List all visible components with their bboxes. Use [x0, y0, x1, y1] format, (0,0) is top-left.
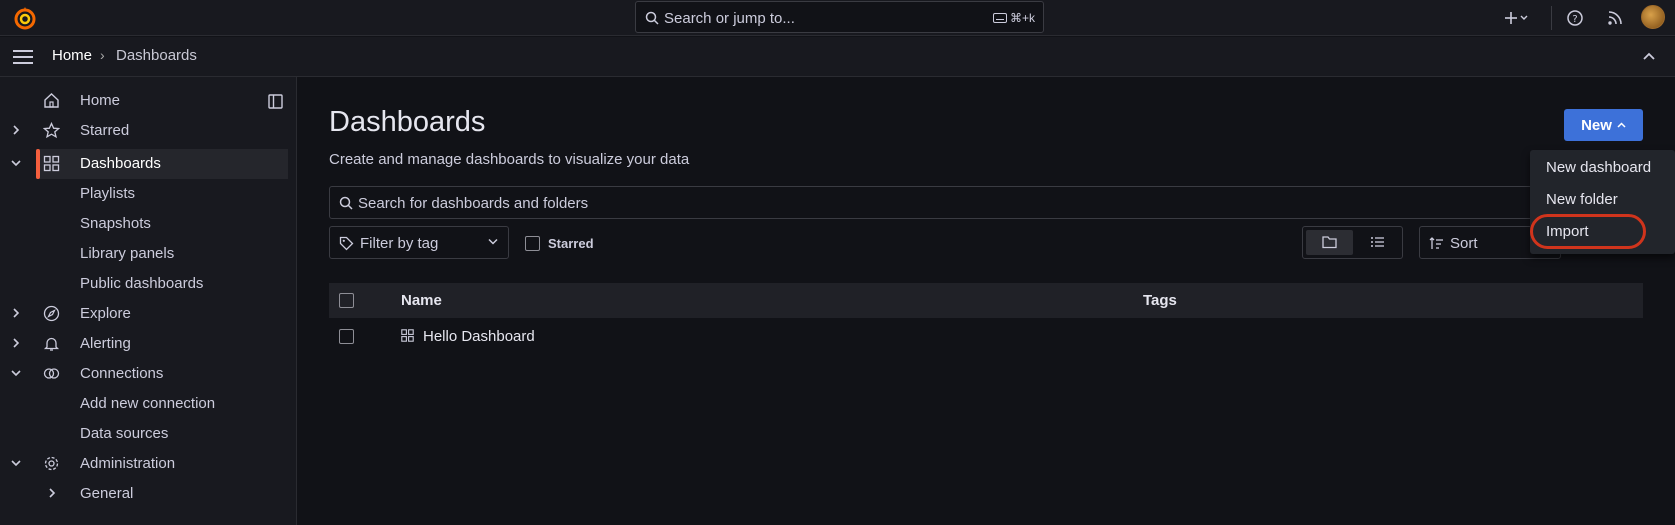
sidebar-item-home[interactable]: Home	[0, 86, 297, 116]
chevron-down-icon	[488, 238, 498, 245]
breadcrumb-separator: ›	[100, 47, 105, 63]
sidebar-item-administration[interactable]: Administration	[0, 449, 297, 479]
dashboard-row-link[interactable]: Hello Dashboard	[423, 328, 535, 345]
search-icon	[645, 11, 659, 25]
chevron-right-icon[interactable]	[10, 124, 22, 136]
filter-tag-placeholder: Filter by tag	[360, 235, 439, 252]
global-search-input[interactable]: Search or jump to... ⌘+k	[635, 1, 1044, 33]
breadcrumb-home[interactable]: Home	[52, 47, 92, 64]
top-bar: Search or jump to... ⌘+k ?	[0, 0, 1675, 36]
sort-placeholder: Sort	[1450, 235, 1478, 252]
dashboard-search-input[interactable]: Search for dashboards and folders	[329, 186, 1561, 219]
folder-icon	[1322, 236, 1337, 249]
menu-icon[interactable]	[13, 49, 33, 65]
sidebar-item-label: Alerting	[80, 335, 131, 352]
chevron-up-icon	[1617, 122, 1626, 128]
menu-item-new-folder[interactable]: New folder	[1546, 191, 1618, 208]
select-all-checkbox[interactable]	[339, 293, 354, 308]
sidebar-item-starred[interactable]: Starred	[0, 116, 297, 146]
sidebar-item-general[interactable]: General	[0, 479, 297, 509]
sidebar-item-alerting[interactable]: Alerting	[0, 329, 297, 359]
sidebar-item-label: Snapshots	[80, 215, 151, 232]
sidebar-item-label: Connections	[80, 365, 164, 382]
search-shortcut: ⌘+k	[992, 11, 1035, 25]
row-checkbox[interactable]	[339, 329, 354, 344]
menu-item-new-dashboard[interactable]: New dashboard	[1546, 159, 1651, 176]
column-header-name[interactable]: Name	[401, 292, 442, 309]
link-icon	[43, 365, 60, 382]
svg-text:?: ?	[1572, 14, 1577, 25]
bell-icon	[43, 335, 60, 352]
sidebar-item-label: Public dashboards	[80, 275, 204, 292]
sidebar-item-label: Data sources	[80, 425, 169, 442]
sidebar-item-label: Playlists	[80, 185, 136, 202]
chevron-down-icon[interactable]	[10, 457, 22, 469]
starred-label: Starred	[548, 236, 594, 251]
sidebar-item-label: Dashboards	[80, 155, 161, 172]
page-subtitle: Create and manage dashboards to visualiz…	[329, 151, 690, 168]
sidebar: Home Starred Dashboards Playlists Snapsh…	[0, 77, 297, 525]
home-icon	[43, 92, 60, 109]
dock-menu-icon[interactable]	[268, 94, 283, 109]
sidebar-item-label: Explore	[80, 305, 131, 322]
keyboard-icon	[992, 13, 1007, 23]
list-view-button[interactable]	[1354, 230, 1401, 255]
folder-view-button[interactable]	[1306, 230, 1353, 255]
new-button[interactable]: New	[1564, 109, 1643, 141]
filter-by-tag-select[interactable]: Filter by tag	[329, 226, 509, 259]
chevron-right-icon[interactable]	[46, 487, 58, 499]
cog-icon	[43, 455, 60, 472]
sidebar-item-data-sources[interactable]: Data sources	[0, 419, 297, 449]
star-icon	[43, 122, 60, 139]
import-highlight-annotation	[1530, 214, 1646, 249]
sidebar-item-library-panels[interactable]: Library panels	[0, 239, 297, 269]
apps-icon	[43, 155, 60, 172]
sidebar-item-label: General	[80, 485, 134, 502]
sidebar-item-snapshots[interactable]: Snapshots	[0, 209, 297, 239]
search-icon	[339, 196, 353, 210]
list-icon	[1371, 237, 1384, 247]
sidebar-item-public-dashboards[interactable]: Public dashboards	[0, 269, 297, 299]
avatar[interactable]	[1641, 5, 1665, 29]
sort-icon	[1429, 237, 1444, 250]
starred-checkbox[interactable]	[525, 236, 540, 251]
chevron-right-icon[interactable]	[10, 307, 22, 319]
plus-icon[interactable]	[1505, 8, 1528, 28]
view-toggle	[1302, 226, 1403, 259]
global-search-placeholder: Search or jump to...	[664, 10, 795, 27]
sidebar-item-label: Library panels	[80, 245, 175, 262]
dashboard-search-placeholder: Search for dashboards and folders	[358, 195, 589, 212]
sidebar-item-playlists[interactable]: Playlists	[0, 179, 297, 209]
column-header-tags: Tags	[1143, 292, 1177, 309]
sidebar-item-explore[interactable]: Explore	[0, 299, 297, 329]
breadcrumb-bar: Home › Dashboards	[0, 37, 1675, 77]
page-title: Dashboards	[329, 106, 486, 138]
new-button-label: New	[1581, 116, 1612, 134]
sidebar-item-label: Add new connection	[80, 395, 216, 412]
sidebar-item-label: Administration	[80, 455, 176, 472]
sidebar-item-label: Home	[80, 92, 121, 109]
sidebar-item-connections[interactable]: Connections	[0, 359, 297, 389]
topbar-divider	[1551, 6, 1552, 30]
chevron-right-icon[interactable]	[10, 337, 22, 349]
sidebar-item-add-new-connection[interactable]: Add new connection	[0, 389, 297, 419]
chevron-down-icon[interactable]	[10, 157, 22, 169]
shortcut-label: ⌘+k	[1009, 11, 1035, 25]
dashboard-apps-icon	[401, 329, 414, 342]
table-header	[329, 283, 1643, 318]
compass-icon	[43, 305, 60, 322]
sidebar-item-dashboards[interactable]: Dashboards	[0, 149, 297, 179]
chevron-down-icon[interactable]	[10, 367, 22, 379]
help-icon[interactable]: ?	[1565, 8, 1585, 28]
rss-icon[interactable]	[1605, 8, 1625, 28]
sidebar-item-label: Starred	[80, 122, 130, 139]
breadcrumb-current: Dashboards	[116, 47, 197, 64]
grafana-logo-icon[interactable]	[12, 5, 38, 31]
collapse-icon[interactable]	[1642, 51, 1656, 61]
tag-icon	[339, 236, 354, 251]
